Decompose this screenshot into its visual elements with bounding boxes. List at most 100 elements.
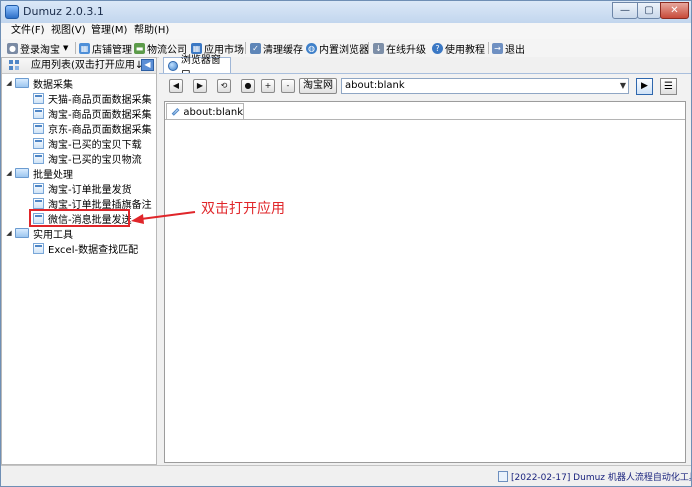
app-list-title: 应用列表(双击打开应用↓) — [31, 60, 148, 71]
chevron-down-icon[interactable]: ▼ — [620, 79, 626, 93]
app-icon — [33, 197, 44, 209]
chevron-down-icon: ▼ — [63, 44, 69, 52]
refresh-button[interactable]: ⟲ — [217, 79, 231, 93]
zoom-out-button[interactable]: - — [281, 79, 295, 93]
app-icon — [33, 182, 44, 194]
user-icon: ● — [7, 42, 18, 54]
window-title: Dumuz 2.0.3.1 — [23, 5, 104, 18]
page-tab[interactable]: about:blank — [166, 103, 244, 120]
group-label: 批量处理 — [33, 169, 73, 181]
globe-icon: ◍ — [306, 42, 317, 54]
minimize-button[interactable]: — — [612, 2, 638, 19]
tree-item-label: 淘宝-订单批量发货 — [48, 184, 132, 196]
group-label: 实用工具 — [33, 229, 73, 241]
maximize-button[interactable]: ▢ — [637, 2, 661, 19]
shop-manage-button[interactable]: ▦ 店铺管理 — [79, 40, 132, 56]
tutorial-button[interactable]: ? 使用教程 — [432, 40, 485, 56]
tree-item[interactable]: 淘宝-已买的宝贝下载 — [33, 136, 142, 151]
help-icon: ? — [432, 42, 443, 54]
app-list-header: 应用列表(双击打开应用↓) ◀ — [2, 58, 156, 74]
app-window: Dumuz 2.0.3.1 — ▢ ✕ 文件(F) 视图(V) 管理(M) 帮助… — [0, 0, 692, 487]
annotation-text: 双击打开应用 — [201, 201, 285, 217]
expand-arrow-icon: ◢ — [6, 79, 12, 87]
logistics-button[interactable]: ▬ 物流公司 — [134, 40, 187, 56]
menu-bar: 文件(F) 视图(V) 管理(M) 帮助(H) — [1, 23, 691, 39]
online-upgrade-button[interactable]: ↓ 在线升级 — [373, 40, 426, 56]
toolbar: ● 登录淘宝 ▼ ▦ 店铺管理 ▬ 物流公司 ▦ 应用市场 ✓ 清理缓存 ◍ 内… — [1, 39, 691, 58]
globe-icon — [168, 60, 178, 71]
go-button[interactable]: ▶ — [636, 78, 653, 95]
zoom-in-button[interactable]: + — [261, 79, 275, 93]
tree-item[interactable]: 淘宝-商品页面数据采集 — [33, 106, 152, 121]
toolbar-separator — [75, 42, 76, 54]
tree-item-label: 淘宝-已买的宝贝下载 — [48, 139, 142, 151]
tree-item-label: 淘宝-商品页面数据采集 — [48, 109, 152, 121]
taobao-button[interactable]: 淘宝网 — [299, 78, 337, 94]
close-button[interactable]: ✕ — [660, 2, 689, 19]
back-button[interactable]: ◀ — [169, 79, 183, 93]
shop-manage-label: 店铺管理 — [92, 44, 132, 56]
browser-menu-button[interactable]: ☰ — [660, 78, 677, 95]
exit-icon: → — [492, 42, 503, 54]
tree-group-data-collection[interactable]: ◢ 数据采集 — [5, 76, 73, 91]
browser-nav-bar: ◀ ▶ ⟲ ● + - 淘宝网 about:blank ▼ ▶ ☰ — [159, 73, 691, 100]
app-icon — [33, 122, 44, 134]
builtin-browser-button[interactable]: ◍ 内置浏览器 — [306, 40, 369, 56]
truck-icon: ▬ — [134, 42, 145, 54]
toolbar-separator — [245, 42, 246, 54]
group-label: 数据采集 — [33, 79, 73, 91]
stop-button[interactable]: ● — [241, 79, 255, 93]
app-icon — [33, 152, 44, 164]
app-list-panel: 应用列表(双击打开应用↓) ◀ ◢ 数据采集 天猫-商品页面数据采集 淘宝-商品… — [1, 57, 157, 465]
shop-icon: ▦ — [79, 42, 90, 54]
toolbar-separator — [368, 42, 369, 54]
folder-icon — [15, 228, 29, 238]
menu-view[interactable]: 视图(V) — [51, 24, 86, 38]
app-icon — [33, 242, 44, 254]
title-bar: Dumuz 2.0.3.1 — ▢ ✕ — [1, 1, 691, 23]
tab-browser-window[interactable]: 浏览器窗口 — [163, 55, 231, 81]
menu-file[interactable]: 文件(F) — [11, 24, 45, 38]
tree-item[interactable]: 天猫-商品页面数据采集 — [33, 91, 152, 106]
forward-button[interactable]: ▶ — [193, 79, 207, 93]
tree-group-utilities[interactable]: ◢ 实用工具 — [5, 226, 73, 241]
url-input[interactable]: about:blank ▼ — [341, 78, 629, 94]
tree-group-batch-processing[interactable]: ◢ 批量处理 — [5, 166, 73, 181]
menu-help[interactable]: 帮助(H) — [134, 24, 169, 38]
status-bar: [2022-02-17] Dumuz 机器人流程自动化工具 — [1, 465, 692, 486]
status-text: [2022-02-17] Dumuz 机器人流程自动化工具 — [511, 473, 692, 483]
browser-content[interactable]: about:blank — [164, 101, 686, 463]
page-icon — [171, 107, 180, 117]
document-tabs: 浏览器窗口 — [159, 55, 691, 81]
tree-item-label: 京东-商品页面数据采集 — [48, 124, 152, 136]
tree-item[interactable]: Excel-数据查找匹配 — [33, 241, 139, 256]
collapse-panel-button[interactable]: ◀ — [141, 59, 154, 71]
tree-item-label: 淘宝-已买的宝贝物流 — [48, 154, 142, 166]
url-value: about:blank — [345, 80, 405, 91]
status-icon — [498, 471, 508, 482]
app-icon — [33, 137, 44, 149]
menu-manage[interactable]: 管理(M) — [91, 24, 127, 38]
clear-cache-button[interactable]: ✓ 清理缓存 — [250, 40, 303, 56]
app-icon — [33, 107, 44, 119]
highlight-box — [29, 209, 130, 227]
login-taobao-button[interactable]: ● 登录淘宝 ▼ — [7, 40, 68, 56]
clear-cache-label: 清理缓存 — [263, 44, 303, 56]
browser-panel: 浏览器窗口 ◀ ▶ ⟲ ● + - 淘宝网 about:blank ▼ ▶ ☰ … — [159, 55, 691, 465]
app-icon — [33, 92, 44, 104]
tree-item-label: 天猫-商品页面数据采集 — [48, 94, 152, 106]
tree-item[interactable]: 淘宝-已买的宝贝物流 — [33, 151, 142, 166]
tree-item-label: Excel-数据查找匹配 — [48, 244, 139, 256]
toolbar-separator — [488, 42, 489, 54]
expand-arrow-icon: ◢ — [6, 229, 12, 237]
builtin-browser-label: 内置浏览器 — [319, 44, 369, 56]
expand-arrow-icon: ◢ — [6, 169, 12, 177]
login-taobao-label: 登录淘宝 — [20, 44, 60, 56]
tree-item[interactable]: 京东-商品页面数据采集 — [33, 121, 152, 136]
tree-item[interactable]: 淘宝-订单批量发货 — [33, 181, 132, 196]
arrow-annotation-icon — [131, 211, 196, 224]
tab-divider — [165, 119, 685, 120]
exit-button[interactable]: → 退出 — [492, 40, 525, 56]
online-upgrade-label: 在线升级 — [386, 44, 426, 56]
app-list-icon — [9, 60, 19, 70]
